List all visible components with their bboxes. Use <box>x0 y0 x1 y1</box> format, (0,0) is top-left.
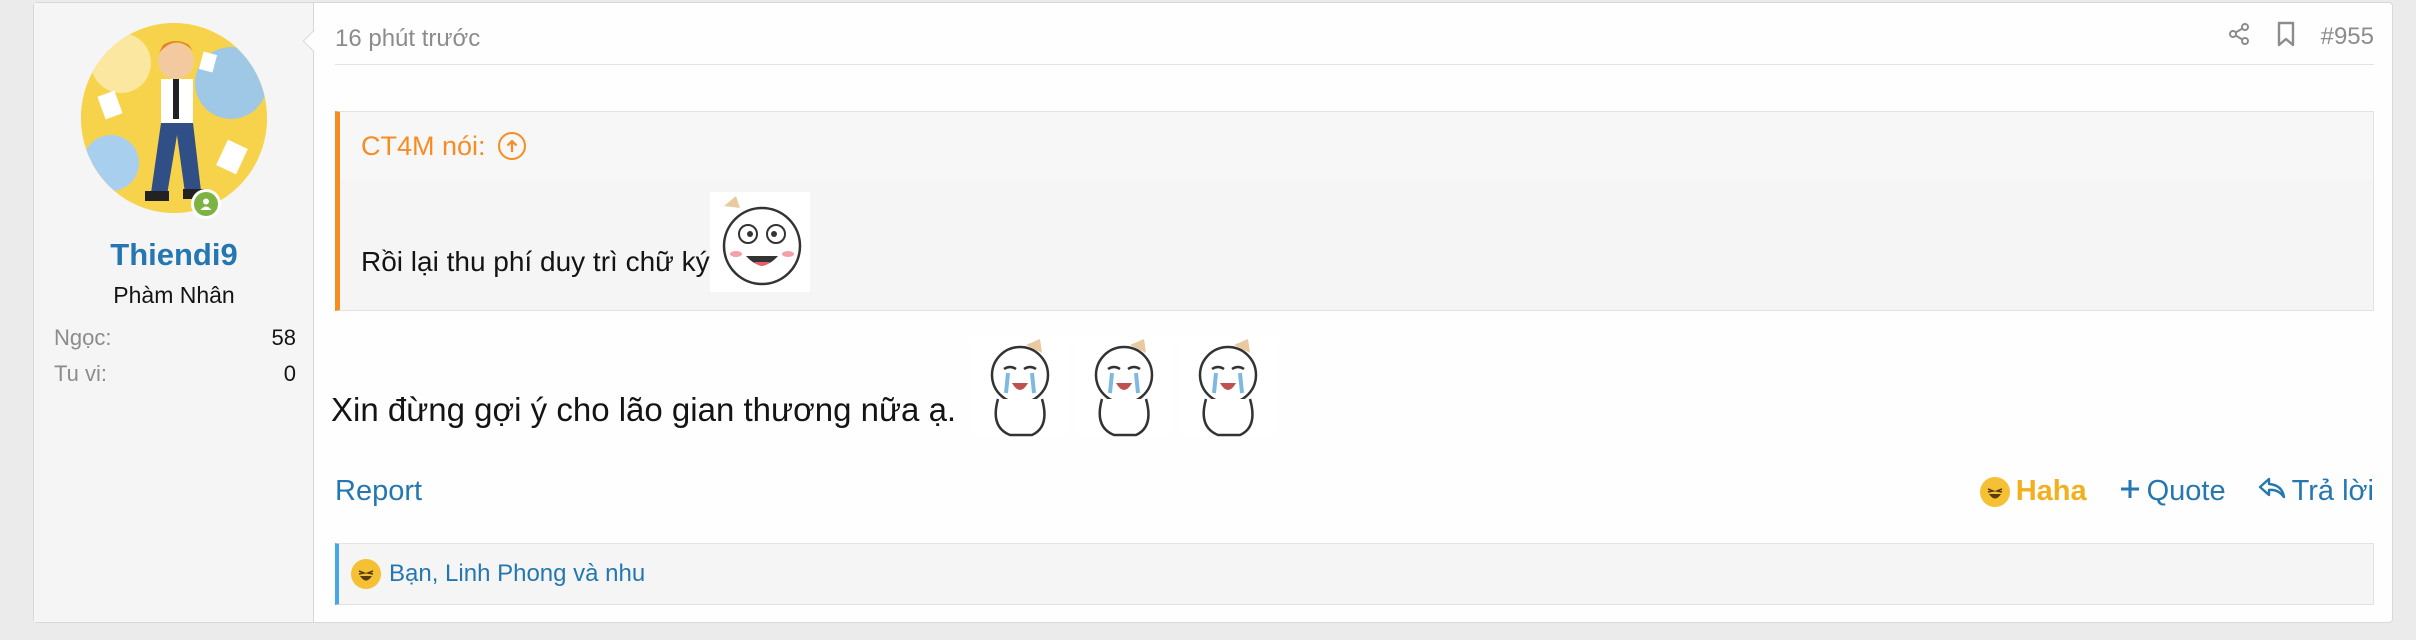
post-header-actions: #955 <box>2227 21 2374 52</box>
sticker-crying-icon <box>1074 337 1175 437</box>
user-stat-ngoc: Ngọc: 58 <box>54 325 296 355</box>
laughing-emoji-icon <box>1979 476 2010 507</box>
message-body: Xin đừng gợi ý cho lão gian thương nữa ạ… <box>331 337 1279 437</box>
username-link[interactable]: Thiendi9 <box>34 237 314 273</box>
post-number-link[interactable]: #955 <box>2321 23 2374 51</box>
quote-content: Rồi lại thu phí duy trì chữ ký <box>361 192 810 292</box>
stat-value: 58 <box>271 325 296 350</box>
share-icon[interactable] <box>2227 22 2251 51</box>
post-actions: Report Haha Quote Trả lời <box>331 471 2374 515</box>
stat-label: Tu vi: <box>54 361 107 386</box>
quote-label: Quote <box>2146 475 2226 507</box>
quote-text: Rồi lại thu phí duy trì chữ ký <box>361 246 710 277</box>
user-title: Phàm Nhân <box>113 282 235 308</box>
reactions-summary-link[interactable]: Bạn, Linh Phong và nhu <box>389 560 645 588</box>
post-time[interactable]: 16 phút trước <box>335 25 480 53</box>
message-text: Xin đừng gợi ý cho lão gian thương nữa ạ… <box>331 391 957 428</box>
plus-icon <box>2119 475 2141 508</box>
avatar[interactable] <box>81 23 267 213</box>
bookmark-icon[interactable] <box>2275 21 2297 52</box>
reaction-haha-button[interactable]: Haha <box>1979 475 2087 508</box>
user-stat-tuvi: Tu vi: 0 <box>54 361 296 391</box>
reply-label: Trả lời <box>2291 475 2374 507</box>
reply-icon <box>2258 475 2286 508</box>
quote-button[interactable]: Quote <box>2119 475 2226 508</box>
post-header: 16 phút trước #955 <box>335 3 2374 65</box>
reply-button[interactable]: Trả lời <box>2258 475 2374 508</box>
arrow-up-circle-icon[interactable] <box>497 132 526 160</box>
quote-author[interactable]: CT4M nói: <box>361 131 486 162</box>
haha-label: Haha <box>2015 475 2087 507</box>
stat-label: Ngọc: <box>54 325 112 350</box>
report-link[interactable]: Report <box>335 475 422 508</box>
sticker-laughing-icon <box>709 192 810 292</box>
sticker-crying-icon <box>970 337 1071 437</box>
user-sidebar: Thiendi9 Phàm Nhân Ngọc: 58 Tu vi: 0 <box>34 3 314 622</box>
quote-block: CT4M nói: Rồi lại thu phí duy trì chữ ký <box>335 111 2374 311</box>
post-actions-right: Haha Quote Trả lời <box>1979 475 2374 508</box>
online-status-icon <box>191 189 221 219</box>
stat-value: 0 <box>283 361 296 386</box>
reactions-bar[interactable]: Bạn, Linh Phong và nhu <box>335 543 2374 605</box>
laughing-emoji-icon <box>351 559 381 589</box>
quote-header[interactable]: CT4M nói: <box>340 112 2373 180</box>
sticker-crying-icon <box>1178 337 1279 437</box>
message-main: 16 phút trước #955 CT4M nói: Rồi lại thu… <box>315 3 2392 622</box>
forum-post: Thiendi9 Phàm Nhân Ngọc: 58 Tu vi: 0 16 … <box>33 2 2393 623</box>
